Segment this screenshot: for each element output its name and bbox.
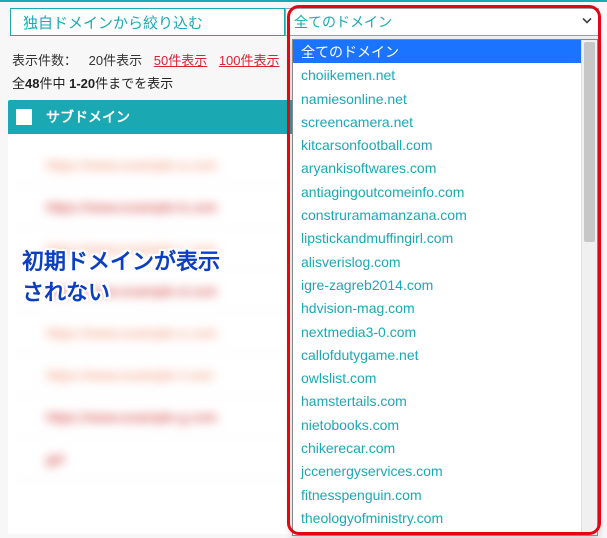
dropdown-option[interactable]: lipstickandmuffingirl.com (293, 226, 597, 249)
display-count-50-link[interactable]: 50件表示 (154, 53, 207, 68)
dropdown-option[interactable]: nietobooks.com (293, 413, 597, 436)
dropdown-option[interactable]: namiesonline.net (293, 87, 597, 110)
dropdown-option[interactable]: kitcarsonfootball.com (293, 133, 597, 156)
select-all-checkbox[interactable] (16, 109, 32, 125)
range-prefix: 全 (12, 76, 25, 91)
display-count-100-link[interactable]: 100件表示 (219, 53, 280, 68)
dropdown-option[interactable]: owlslist.com (293, 366, 597, 389)
display-count-label: 表示件数： (12, 53, 77, 68)
dropdown-option[interactable]: screencamera.net (293, 110, 597, 133)
range-total: 48 (25, 76, 39, 91)
domain-dropdown[interactable]: 全てのドメインchoiikemen.netnamiesonline.netscr… (292, 39, 598, 536)
dropdown-option[interactable]: aryankisoftwares.com (293, 156, 597, 179)
dropdown-option[interactable]: chikerecar.com (293, 436, 597, 459)
dropdown-option[interactable]: antiagingoutcomeinfo.com (293, 180, 597, 203)
dropdown-option[interactable]: alisverislog.com (293, 250, 597, 273)
display-count-20: 20件表示 (89, 53, 142, 68)
filter-label: 独自ドメインから絞り込む (10, 8, 285, 36)
dropdown-option[interactable]: 全てのドメイン (293, 40, 597, 63)
dropdown-option[interactable]: fitnesspenguin.com (293, 483, 597, 506)
dropdown-option[interactable]: hdvision-mag.com (293, 296, 597, 319)
range-mid: 件中 (39, 76, 69, 91)
dropdown-option[interactable]: igre-zagreb2014.com (293, 273, 597, 296)
column-subdomain: サブドメイン (46, 107, 130, 127)
dropdown-option[interactable]: nextmedia3-0.com (293, 320, 597, 343)
dropdown-option[interactable]: choiikemen.net (293, 63, 597, 86)
dropdown-option[interactable]: theologyofministry.com (293, 506, 597, 529)
domain-select-display[interactable]: 全てのドメイン (285, 8, 599, 36)
dropdown-option[interactable]: tkdive.com (293, 529, 597, 535)
domain-select[interactable]: 全てのドメイン (285, 8, 599, 36)
range-span: 1-20 (69, 76, 95, 91)
dropdown-option[interactable]: jccenergyservices.com (293, 459, 597, 482)
dropdown-option[interactable]: construramamanzana.com (293, 203, 597, 226)
dropdown-scroll-thumb[interactable] (584, 42, 595, 242)
dropdown-scrollbar[interactable] (581, 40, 597, 535)
dropdown-option[interactable]: hamstertails.com (293, 389, 597, 412)
dropdown-option[interactable]: callofdutygame.net (293, 343, 597, 366)
range-suffix: 件までを表示 (95, 76, 173, 91)
